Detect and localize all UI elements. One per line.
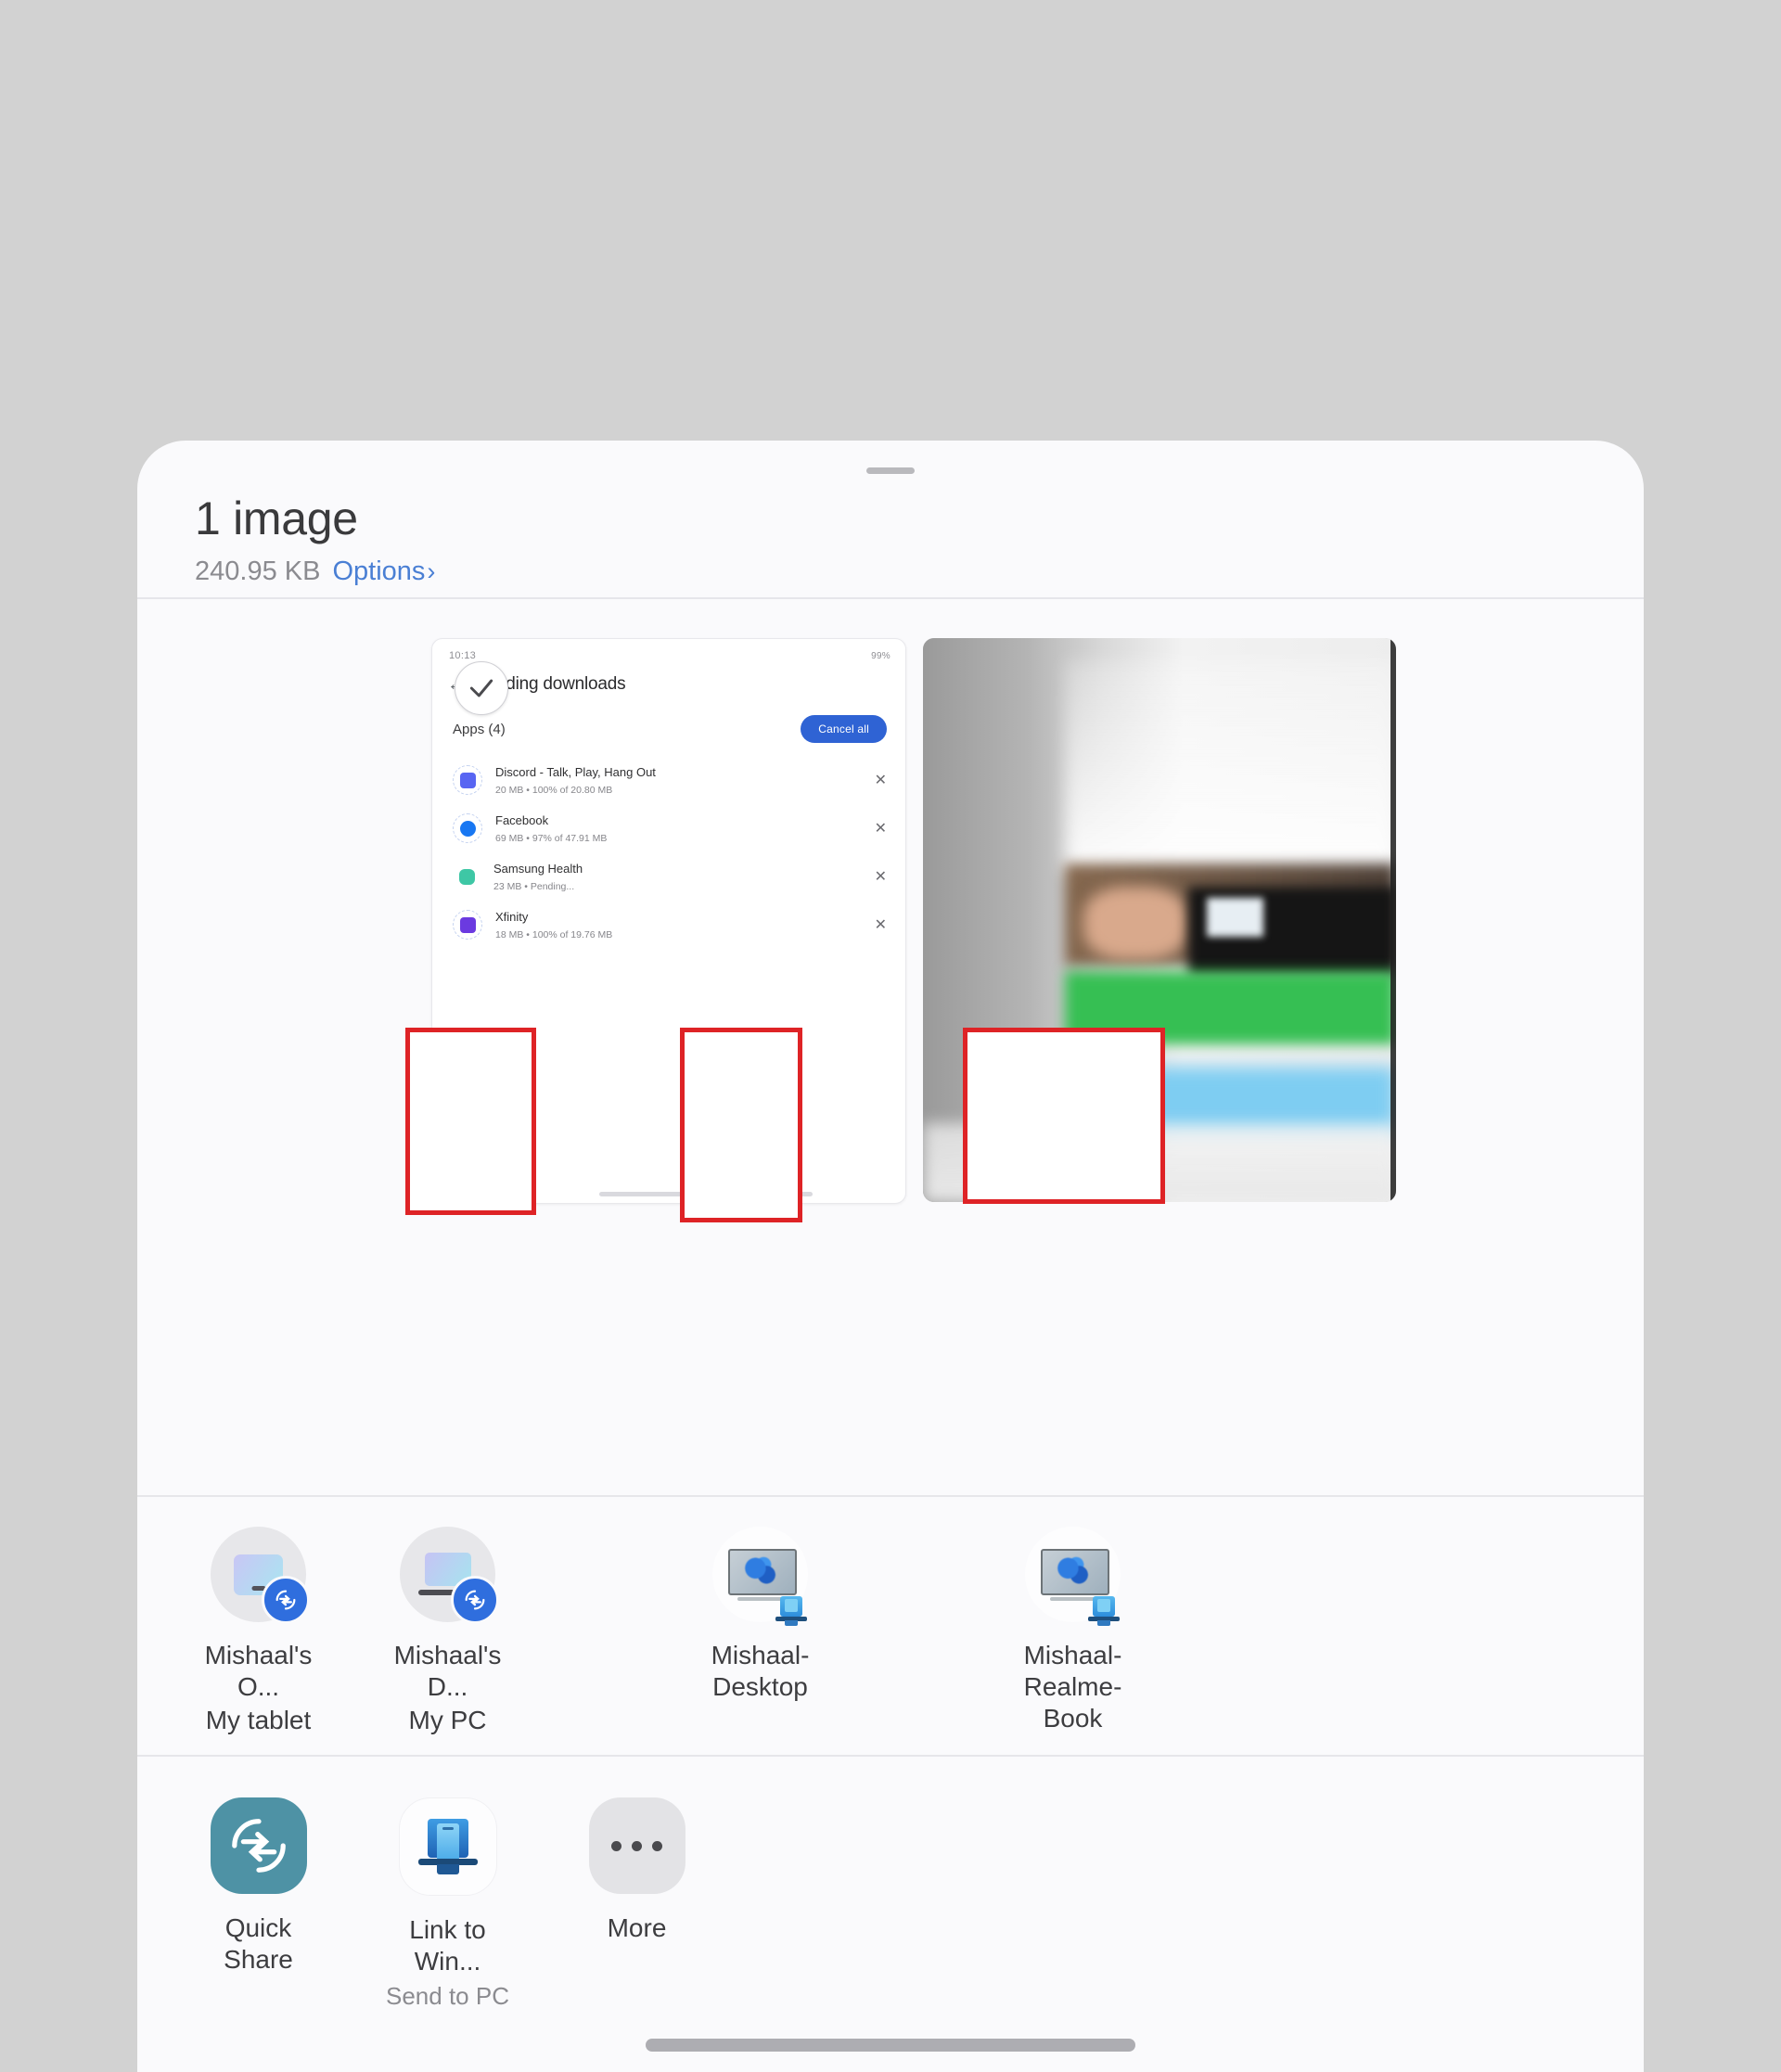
mini-app-meta: 18 MB • 100% of 19.76 MB bbox=[495, 929, 613, 940]
quick-share-badge-icon bbox=[451, 1576, 499, 1624]
cancel-all-button: Cancel all bbox=[801, 715, 887, 743]
mini-status-bar: 10:13 99% bbox=[432, 639, 905, 661]
sheet-subtitle: 240.95 KB Options › bbox=[195, 556, 1644, 587]
mini-status-right: 99% bbox=[871, 650, 890, 661]
quick-share-icon bbox=[210, 1797, 307, 1894]
share-sheet: 1 image 240.95 KB Options › 10:13 99% ← … bbox=[137, 441, 1644, 2072]
app-label: Quick Share bbox=[224, 1913, 293, 1975]
mini-app-meta: 69 MB • 97% of 47.91 MB bbox=[495, 833, 608, 844]
mini-app-name: Samsung Health bbox=[493, 862, 583, 876]
device-name: Mishaal's D... bbox=[393, 1641, 502, 1702]
list-item: Samsung Health 23 MB • Pending... ✕ bbox=[432, 852, 905, 901]
redaction-box-1 bbox=[405, 1028, 536, 1215]
close-icon: ✕ bbox=[874, 869, 887, 885]
app-link-to-windows[interactable]: Link to Win... Send to PC bbox=[378, 1797, 517, 2012]
close-icon: ✕ bbox=[874, 821, 887, 837]
device-name: Mishaal-Realme-Book bbox=[1023, 1641, 1122, 1733]
close-icon: ✕ bbox=[874, 773, 887, 788]
share-target-desktop[interactable]: Mishaal-Desktop bbox=[691, 1527, 829, 1703]
device-name: Mishaal's O... bbox=[204, 1641, 313, 1702]
share-target-pc[interactable]: Mishaal's D... My PC bbox=[378, 1527, 517, 1736]
drag-handle[interactable] bbox=[866, 467, 915, 474]
app-label: More bbox=[607, 1913, 667, 1942]
app-share-row: Quick Share Link to Win... Send to PC Mo… bbox=[137, 1757, 1644, 2048]
mini-app-name: Facebook bbox=[495, 813, 549, 827]
samsung-health-icon bbox=[453, 863, 480, 890]
xfinity-icon bbox=[453, 910, 482, 940]
app-sublabel: Send to PC bbox=[386, 1982, 509, 2011]
link-to-windows-badge-icon bbox=[1085, 1594, 1122, 1628]
redaction-box-2 bbox=[680, 1028, 802, 1222]
link-to-windows-badge-icon bbox=[773, 1594, 810, 1628]
options-label: Options bbox=[332, 556, 426, 586]
mini-download-list: Discord - Talk, Play, Hang Out 20 MB • 1… bbox=[432, 743, 905, 949]
discord-icon bbox=[453, 765, 482, 795]
sheet-header: 1 image 240.95 KB Options › bbox=[137, 441, 1644, 587]
mini-status-time: 10:13 bbox=[449, 650, 477, 661]
page-title: 1 image bbox=[195, 492, 358, 544]
list-item: Facebook 69 MB • 97% of 47.91 MB ✕ bbox=[432, 804, 905, 852]
more-dots-icon bbox=[588, 1797, 685, 1894]
list-item: Discord - Talk, Play, Hang Out 20 MB • 1… bbox=[432, 756, 905, 804]
home-indicator bbox=[646, 2039, 1135, 2052]
mini-app-name: Xfinity bbox=[495, 910, 529, 924]
chevron-right-icon: › bbox=[427, 556, 436, 585]
device-subtitle: My PC bbox=[408, 1706, 487, 1735]
mini-section-label: Apps (4) bbox=[453, 721, 506, 737]
app-more[interactable]: More bbox=[568, 1797, 706, 1944]
link-to-windows-icon bbox=[398, 1797, 497, 1896]
device-share-row: Mishaal's O... My tablet Mishaal's D... … bbox=[137, 1497, 1644, 1784]
mini-app-meta: 20 MB • 100% of 20.80 MB bbox=[495, 785, 613, 796]
app-quick-share[interactable]: Quick Share bbox=[189, 1797, 327, 1976]
selection-check-icon[interactable] bbox=[455, 661, 508, 715]
redaction-box-3 bbox=[963, 1028, 1165, 1204]
close-icon: ✕ bbox=[874, 917, 887, 933]
mini-app-name: Discord - Talk, Play, Hang Out bbox=[495, 765, 656, 779]
device-subtitle: My tablet bbox=[205, 1706, 312, 1735]
app-label: Link to Win... bbox=[409, 1915, 486, 1976]
mini-app-meta: 23 MB • Pending... bbox=[493, 881, 575, 892]
options-link[interactable]: Options › bbox=[332, 556, 435, 587]
facebook-icon bbox=[453, 813, 482, 843]
device-name: Mishaal-Desktop bbox=[711, 1641, 810, 1702]
preview-list: 10:13 99% ← Pending downloads Apps (4) C… bbox=[431, 638, 1396, 1204]
share-target-tablet[interactable]: Mishaal's O... My tablet bbox=[189, 1527, 327, 1736]
file-size: 240.95 KB bbox=[195, 556, 321, 586]
quick-share-badge-icon bbox=[262, 1576, 310, 1624]
preview-strip: 10:13 99% ← Pending downloads Apps (4) C… bbox=[137, 599, 1644, 1495]
list-item: Xfinity 18 MB • 100% of 19.76 MB ✕ bbox=[432, 901, 905, 949]
share-target-realme-book[interactable]: Mishaal-Realme-Book bbox=[1004, 1527, 1142, 1734]
